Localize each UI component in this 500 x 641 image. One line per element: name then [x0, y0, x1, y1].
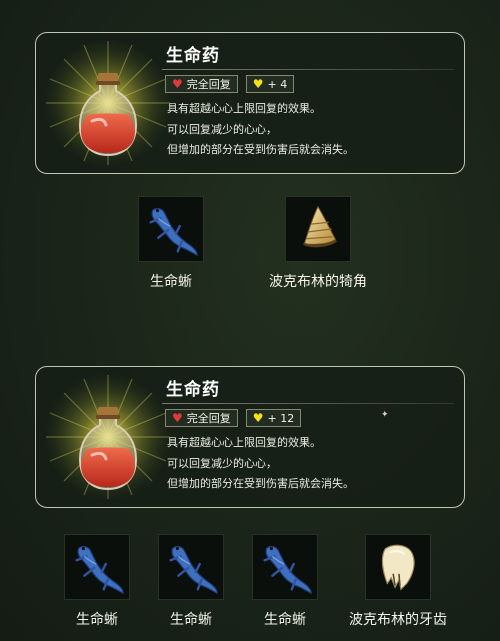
full-recovery-badge: ♥ 完全回复 — [165, 409, 238, 427]
full-recovery-label: 完全回复 — [186, 412, 231, 425]
recipe-title: 生命药 — [166, 380, 220, 400]
life-potion-icon — [42, 37, 174, 169]
description-line: 具有超越心心上限回复的效果。 — [167, 102, 321, 115]
ingredient-tile — [365, 534, 431, 600]
life-potion-icon — [42, 371, 174, 503]
ingredient-label: 生命蜥 — [264, 612, 306, 628]
effect-badges: ♥ 完全回复 ♥ + 4 — [165, 75, 295, 93]
ingredient-tile — [252, 534, 318, 600]
description-line: 具有超越心心上限回复的效果。 — [167, 436, 321, 449]
recipe-title: 生命药 — [166, 46, 220, 66]
bonus-hearts-value: + 4 — [267, 77, 288, 91]
recipe-card-1: 生命药 ♥ 完全回复 ♥ + 4 具有超越心心上限回复的效果。 可以回复减少的心… — [35, 32, 465, 174]
ingredient-slot: 生命蜥 — [152, 534, 230, 629]
ingredient-label: 生命蜥 — [150, 274, 192, 290]
ingredient-tile — [138, 196, 204, 262]
ingredient-tile — [285, 196, 351, 262]
blue-lizard-icon — [169, 545, 219, 595]
bokoblin-fang-icon — [381, 544, 416, 591]
blue-lizard-icon — [149, 207, 199, 257]
red-heart-icon: ♥ — [172, 77, 183, 91]
bokoblin-horn-icon — [302, 205, 338, 248]
blue-lizard-icon — [263, 545, 313, 595]
recipe-description: 具有超越心心上限回复的效果。 可以回复减少的心心， 但增加的部分在受到伤害后就会… — [167, 433, 354, 495]
ingredient-slot: 波克布林的牙齿 — [336, 534, 460, 629]
recipe-card-2: 生命药 ♥ 完全回复 ♥ + 12 具有超越心心上限回复的效果。 可以回复减少的… — [35, 366, 465, 508]
ingredient-slot: 生命蜥 — [132, 196, 210, 291]
bonus-hearts-badge: ♥ + 12 — [245, 409, 302, 427]
ingredient-slot: 生命蜥 — [58, 534, 136, 629]
yellow-heart-icon: ♥ — [252, 77, 264, 91]
ingredient-label: 生命蜥 — [170, 612, 212, 628]
ingredient-label: 生命蜥 — [76, 612, 118, 628]
ingredient-tile — [158, 534, 224, 600]
description-line: 可以回复减少的心心， — [167, 122, 277, 136]
full-recovery-label: 完全回复 — [186, 78, 231, 91]
title-divider — [162, 69, 454, 70]
blue-lizard-icon — [75, 545, 125, 595]
description-line: 但增加的部分在受到伤害后就会消失。 — [167, 477, 354, 490]
red-heart-icon: ♥ — [172, 411, 183, 425]
sparkle-icon: ✦ — [381, 410, 389, 420]
effect-badges: ♥ 完全回复 ♥ + 12 — [165, 409, 302, 427]
description-line: 但增加的部分在受到伤害后就会消失。 — [167, 143, 354, 156]
ingredient-slot: 生命蜥 — [246, 534, 324, 629]
recipe-description: 具有超越心心上限回复的效果。 可以回复减少的心心， 但增加的部分在受到伤害后就会… — [167, 99, 354, 161]
ingredient-tile — [64, 534, 130, 600]
title-divider — [162, 403, 454, 404]
ingredient-slot: 波克布林的犄角 — [248, 196, 388, 291]
bonus-hearts-value: + 12 — [267, 411, 295, 425]
bonus-hearts-badge: ♥ + 4 — [245, 75, 295, 93]
yellow-heart-icon: ♥ — [252, 411, 264, 425]
description-line: 可以回复减少的心心， — [167, 456, 277, 470]
ingredient-label: 波克布林的牙齿 — [349, 612, 447, 628]
ingredient-label: 波克布林的犄角 — [269, 274, 367, 290]
full-recovery-badge: ♥ 完全回复 — [165, 75, 238, 93]
